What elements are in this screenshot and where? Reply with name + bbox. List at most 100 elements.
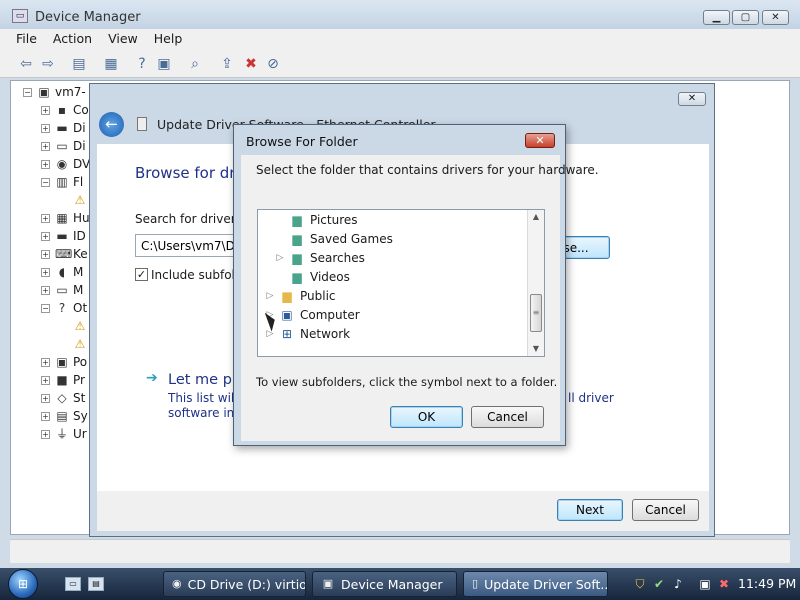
task-update-driver[interactable]: ▯ Update Driver Soft... (463, 571, 608, 597)
tree-item[interactable]: + ▭ M (41, 281, 83, 299)
expand-arrow-icon[interactable]: ▷ (265, 291, 275, 301)
expand-icon[interactable]: + (41, 159, 50, 169)
up-folder-icon[interactable]: ▤ (70, 55, 88, 73)
disk-drive-icon: ▬ (56, 121, 68, 135)
switch-windows-icon[interactable]: ▤ (88, 577, 104, 591)
folder-item-public[interactable]: ▷ ▆ Public (265, 286, 336, 305)
monitor-icon: ▭ (56, 283, 68, 297)
start-button[interactable]: ⊞ (8, 569, 38, 599)
maximize-button[interactable]: ▢ (732, 10, 759, 25)
toolbar: ⇦ ⇨ ▤ ▦ ? ▣ ⌕ ⇪ ✖ ⊘ (0, 51, 800, 78)
disable-device-icon[interactable]: ⊘ (264, 55, 282, 73)
expand-icon[interactable]: + (41, 141, 50, 151)
tree-item[interactable]: + ◇ St (41, 389, 85, 407)
status-bar (10, 539, 790, 563)
folder-icon: ▆ (282, 288, 292, 303)
other-devices-icon: ? (58, 301, 66, 315)
expand-icon[interactable]: + (41, 357, 50, 367)
task-device-manager[interactable]: ▣ Device Manager (312, 571, 457, 597)
cancel-button[interactable]: Cancel (632, 499, 699, 521)
tree-item[interactable]: + ▣ Po (41, 353, 87, 371)
scroll-thumb[interactable]: ≡ (530, 294, 542, 332)
ok-button[interactable]: OK (390, 406, 463, 428)
properties-icon[interactable]: ▣ (155, 55, 173, 73)
expand-icon[interactable]: + (41, 267, 50, 277)
menu-help[interactable]: Help (154, 29, 183, 51)
tree-root[interactable]: − ▣ vm7- (23, 83, 86, 101)
tree-item[interactable]: − ▥ Fl (41, 173, 83, 191)
scroll-up-icon[interactable]: ▲ (528, 210, 544, 224)
scroll-down-icon[interactable]: ▼ (528, 342, 544, 356)
folder-item-network[interactable]: ▷ ⊞ Network (265, 324, 351, 343)
menu-action[interactable]: Action (53, 29, 92, 51)
dialog-cancel-button[interactable]: Cancel (471, 406, 544, 428)
tree-item[interactable]: + ⏚ Ur (41, 425, 87, 443)
folder-item-computer[interactable]: ▷ ▣ Computer (265, 305, 360, 324)
expand-icon[interactable]: + (41, 213, 50, 223)
processor-icon: ■ (56, 373, 68, 387)
folder-item-pictures[interactable]: ▆ Pictures (275, 210, 357, 229)
searches-folder-icon: ▆ (292, 250, 302, 265)
update-driver-icon[interactable]: ⇪ (218, 55, 236, 73)
let-me-pick-link[interactable]: Let me pi (168, 372, 236, 388)
collapse-icon[interactable]: − (41, 303, 50, 313)
dvd-drive-icon: ◉ (56, 157, 68, 171)
tree-item[interactable]: + ◖ M (41, 263, 83, 281)
folder-item-videos[interactable]: ▆ Videos (275, 267, 350, 286)
dialog-close-button[interactable]: ✕ (525, 133, 555, 148)
folder-item-searches[interactable]: ▷ ▆ Searches (275, 248, 365, 267)
show-desktop-icon[interactable]: ▭ (65, 577, 81, 591)
tree-item[interactable]: + ▪ Co (41, 101, 89, 119)
back-arrow-icon[interactable]: ⇦ (17, 55, 35, 73)
tree-item[interactable]: + ▦ Hu (41, 209, 90, 227)
expand-icon[interactable]: + (41, 411, 50, 421)
expand-icon[interactable]: + (41, 105, 50, 115)
speaker-icon[interactable]: ♪ (670, 576, 686, 592)
network-status-icon[interactable]: ▣ (697, 576, 713, 592)
device-icon: ▪ (57, 103, 67, 117)
tree-item[interactable]: + ■ Pr (41, 371, 85, 389)
tree-item[interactable]: + ▭ Di (41, 137, 86, 155)
next-button[interactable]: Next (557, 499, 623, 521)
collapse-icon[interactable]: − (41, 177, 50, 187)
expand-icon[interactable]: + (41, 285, 50, 295)
volume-muted-icon[interactable]: ✖ (716, 576, 732, 592)
tree-item[interactable]: + ◉ DV (41, 155, 90, 173)
tree-item[interactable]: + ▬ ID (41, 227, 86, 245)
include-subfolders-checkbox[interactable]: ✓ (135, 268, 148, 281)
close-button[interactable]: ✕ (762, 10, 789, 25)
tree-item[interactable]: + ▬ Di (41, 119, 86, 137)
device-manager-titlebar[interactable]: ▭ Device Manager ▁ ▢ ✕ (0, 0, 800, 30)
security-shield-icon[interactable]: ⛉ (632, 576, 648, 592)
tree-item[interactable]: + ▤ Sy (41, 407, 88, 425)
minimize-button[interactable]: ▁ (703, 10, 730, 25)
back-button-icon[interactable]: ← (99, 112, 124, 137)
folder-item-saved-games[interactable]: ▆ Saved Games (275, 229, 393, 248)
menu-file[interactable]: File (16, 29, 37, 51)
wizard-close-button[interactable]: ✕ (678, 92, 706, 106)
collapse-icon[interactable]: − (23, 87, 32, 97)
expand-icon[interactable]: + (41, 123, 50, 133)
tree-item[interactable]: + ⌨ Ke (41, 245, 88, 263)
display-icon: ▭ (56, 139, 68, 153)
forward-arrow-icon[interactable]: ⇨ (39, 55, 57, 73)
scan-hardware-icon[interactable]: ⌕ (186, 55, 204, 73)
tree-item[interactable]: −? Ot (41, 299, 87, 317)
menu-view[interactable]: View (108, 29, 138, 51)
expand-icon[interactable]: + (41, 429, 50, 439)
folder-tree[interactable]: ▆ Pictures ▆ Saved Games ▷ ▆ Searches ▆ … (257, 209, 545, 357)
help-icon[interactable]: ? (133, 55, 151, 73)
dialog-body: Select the folder that contains drivers … (241, 155, 599, 441)
pick-description-line2: software in t (168, 406, 243, 420)
expand-icon[interactable]: + (41, 393, 50, 403)
task-cd-drive[interactable]: ◉ CD Drive (D:) virtio... (163, 571, 306, 597)
expand-icon[interactable]: + (41, 231, 50, 241)
expand-icon[interactable]: + (41, 249, 50, 259)
clock[interactable]: 11:49 PM (738, 576, 796, 591)
expand-arrow-icon[interactable]: ▷ (275, 253, 285, 263)
show-hide-tree-icon[interactable]: ▦ (102, 55, 120, 73)
folder-tree-scrollbar[interactable]: ▲ ≡ ▼ (527, 210, 544, 356)
uninstall-icon[interactable]: ✖ (242, 55, 260, 73)
expand-icon[interactable]: + (41, 375, 50, 385)
safely-remove-icon[interactable]: ✔ (651, 576, 667, 592)
